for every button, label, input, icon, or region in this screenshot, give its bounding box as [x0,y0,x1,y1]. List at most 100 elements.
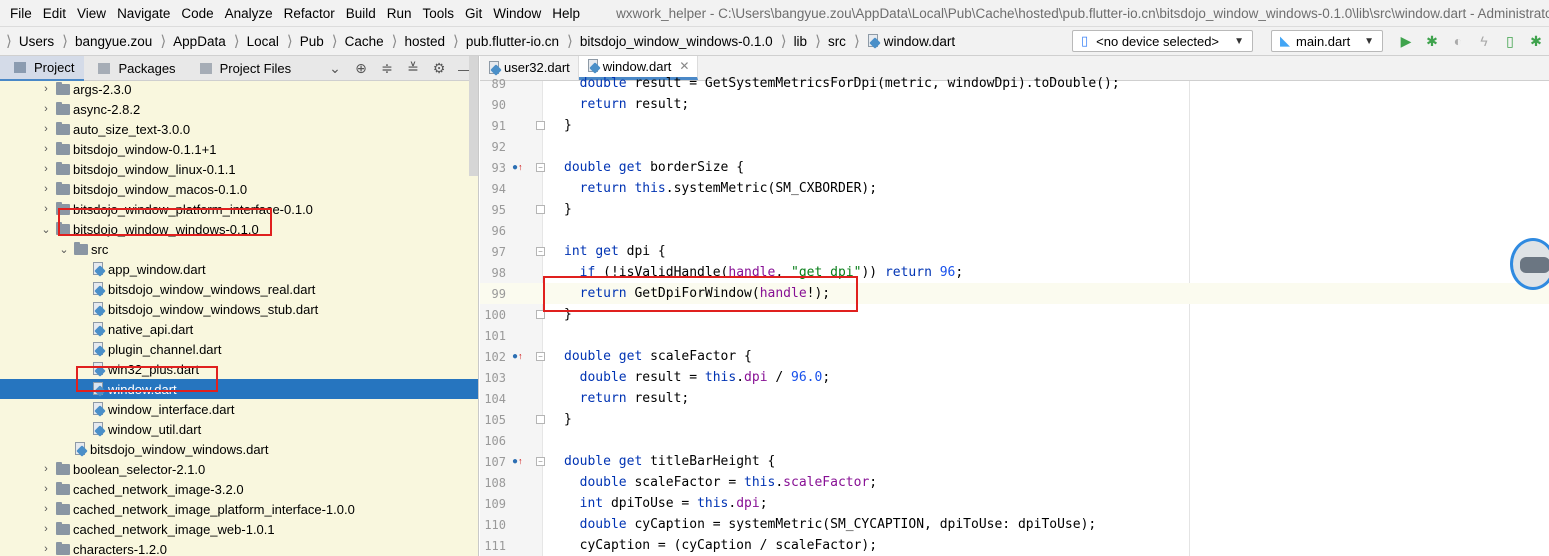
menu-item-code[interactable]: Code [176,6,219,21]
tree-item[interactable]: › bitsdojo_window-0.1.1+1 [0,139,478,159]
tree-item[interactable]: › bitsdojo_window_linux-0.1.1 [0,159,478,179]
code-line[interactable]: 106 [480,430,1549,451]
locate-icon[interactable]: ⊕ [348,60,374,77]
tree-item[interactable]: › boolean_selector-2.1.0 [0,459,478,479]
tree-item[interactable]: › cached_network_image_platform_interface… [0,499,478,519]
assistant-avatar[interactable] [1510,238,1549,290]
menu-item-analyze[interactable]: Analyze [220,6,279,21]
chevron-right-icon[interactable]: › [40,83,52,95]
code-line[interactable]: 103 double result = this.dpi / 96.0; [480,367,1549,388]
breadcrumb-item[interactable]: ⟩ bangyue.zou [60,32,158,50]
menu-item-git[interactable]: Git [460,6,488,21]
chevron-right-icon[interactable]: › [40,483,52,495]
code-line[interactable]: 93 ●↑ − double get borderSize { [480,157,1549,178]
menu-item-run[interactable]: Run [382,6,418,21]
code-line[interactable]: 95} [480,199,1549,220]
fold-icon[interactable]: − [536,352,545,361]
tree-item[interactable]: window.dart [0,379,478,399]
tree-item[interactable]: › args-2.3.0 [0,79,478,99]
sync-icon[interactable]: ✱ [1523,30,1549,52]
menu-item-edit[interactable]: Edit [38,6,72,21]
code-line[interactable]: 109 int dpiToUse = this.dpi; [480,493,1549,514]
fold-icon[interactable]: − [536,163,545,172]
code-line[interactable]: 90 return result; [480,94,1549,115]
tree-item[interactable]: plugin_channel.dart [0,339,478,359]
run-icon[interactable]: ▶ [1393,30,1419,52]
code-line[interactable]: 105} [480,409,1549,430]
tab-project-files[interactable]: Project Files [186,56,302,81]
scrollbar[interactable] [469,56,478,176]
breadcrumb-item[interactable]: ⟩ AppData [158,32,231,50]
debug-icon[interactable]: ✱ [1419,30,1445,52]
profile-icon[interactable]: ◐ [1445,30,1471,52]
chevron-down-icon[interactable]: ⌄ [40,223,52,236]
chevron-right-icon[interactable]: › [40,203,52,215]
breadcrumb-item[interactable]: ⟩ Pub [285,32,330,50]
code-line[interactable]: 110 double cyCaption = systemMetric(SM_C… [480,514,1549,535]
override-marker-icon[interactable]: ●↑ [512,456,523,467]
code-line[interactable]: 108 double scaleFactor = this.scaleFacto… [480,472,1549,493]
code-line[interactable]: 96 [480,220,1549,241]
fold-icon[interactable]: − [536,457,545,466]
run-config-selector[interactable]: ◣ main.dart ▼ [1271,30,1383,52]
tree-item[interactable]: win32_plus.dart [0,359,478,379]
device-selector[interactable]: ▯ <no device selected> ▼ [1072,30,1253,52]
device-manager-icon[interactable]: ▯ [1497,30,1523,52]
breadcrumb-item[interactable]: ⟩ src [813,32,852,50]
tree-item[interactable]: window_interface.dart [0,399,478,419]
breadcrumb-item[interactable]: ⟩ Users [4,32,60,50]
menu-item-refactor[interactable]: Refactor [279,6,341,21]
tree-item[interactable]: › cached_network_image_web-1.0.1 [0,519,478,539]
chevron-down-icon[interactable]: ⌄ [322,60,348,77]
breadcrumb-item[interactable]: ⟩ window.dart [852,32,961,50]
chevron-right-icon[interactable]: › [40,183,52,195]
tree-item[interactable]: native_api.dart [0,319,478,339]
tree-item[interactable]: › characters-1.2.0 [0,539,478,556]
tree-item[interactable]: › bitsdojo_window_macos-0.1.0 [0,179,478,199]
menu-item-tools[interactable]: Tools [418,6,461,21]
fold-icon[interactable] [536,121,545,130]
tree-item[interactable]: window_util.dart [0,419,478,439]
breadcrumb-item[interactable]: ⟩ lib [779,32,813,50]
code-line[interactable]: 102 ●↑ − double get scaleFactor { [480,346,1549,367]
menu-item-help[interactable]: Help [547,6,586,21]
tree-item[interactable]: › auto_size_text-3.0.0 [0,119,478,139]
chevron-right-icon[interactable]: › [40,103,52,115]
tree-item[interactable]: ⌄ src [0,239,478,259]
menu-item-navigate[interactable]: Navigate [112,6,176,21]
code-line[interactable]: 104 return result; [480,388,1549,409]
tree-item[interactable]: bitsdojo_window_windows_real.dart [0,279,478,299]
breadcrumb-item[interactable]: ⟩ bitsdojo_window_windows-0.1.0 [565,32,779,50]
chevron-right-icon[interactable]: › [40,503,52,515]
code-line[interactable]: 101 [480,325,1549,346]
menu-item-build[interactable]: Build [341,6,382,21]
menu-item-view[interactable]: View [72,6,112,21]
chevron-right-icon[interactable]: › [40,523,52,535]
tree-item[interactable]: bitsdojo_window_windows.dart [0,439,478,459]
chevron-right-icon[interactable]: › [40,163,52,175]
code-line[interactable]: 107 ●↑ − double get titleBarHeight { [480,451,1549,472]
breadcrumb-item[interactable]: ⟩ hosted [390,32,451,50]
chevron-right-icon[interactable]: › [40,143,52,155]
tree-item[interactable]: › cached_network_image-3.2.0 [0,479,478,499]
chevron-right-icon[interactable]: › [40,463,52,475]
override-marker-icon[interactable]: ●↑ [512,351,523,362]
fold-icon[interactable] [536,205,545,214]
code-line[interactable]: 94 return this.systemMetric(SM_CXBORDER)… [480,178,1549,199]
close-icon[interactable]: ✕ [679,59,689,73]
tab-packages[interactable]: Packages [84,56,185,81]
code-line[interactable]: 91} [480,115,1549,136]
tab-project[interactable]: Project [0,56,85,81]
chevron-right-icon[interactable]: › [40,543,52,555]
chevron-down-icon[interactable]: ⌄ [58,243,70,256]
breadcrumb-item[interactable]: ⟩ Local [232,32,285,50]
code-line[interactable]: 89 double result = GetSystemMetricsForDp… [480,73,1549,94]
override-marker-icon[interactable]: ●↑ [512,162,523,173]
chevron-right-icon[interactable]: › [40,123,52,135]
hot-reload-icon[interactable]: ϟ [1471,30,1497,52]
code-line[interactable]: 111 cyCaption = (cyCaption / scaleFactor… [480,535,1549,556]
expand-all-icon[interactable]: ≑ [374,60,400,77]
code-line[interactable]: 97 − int get dpi { [480,241,1549,262]
tree-item[interactable]: › async-2.8.2 [0,99,478,119]
code-line[interactable]: 92 [480,136,1549,157]
